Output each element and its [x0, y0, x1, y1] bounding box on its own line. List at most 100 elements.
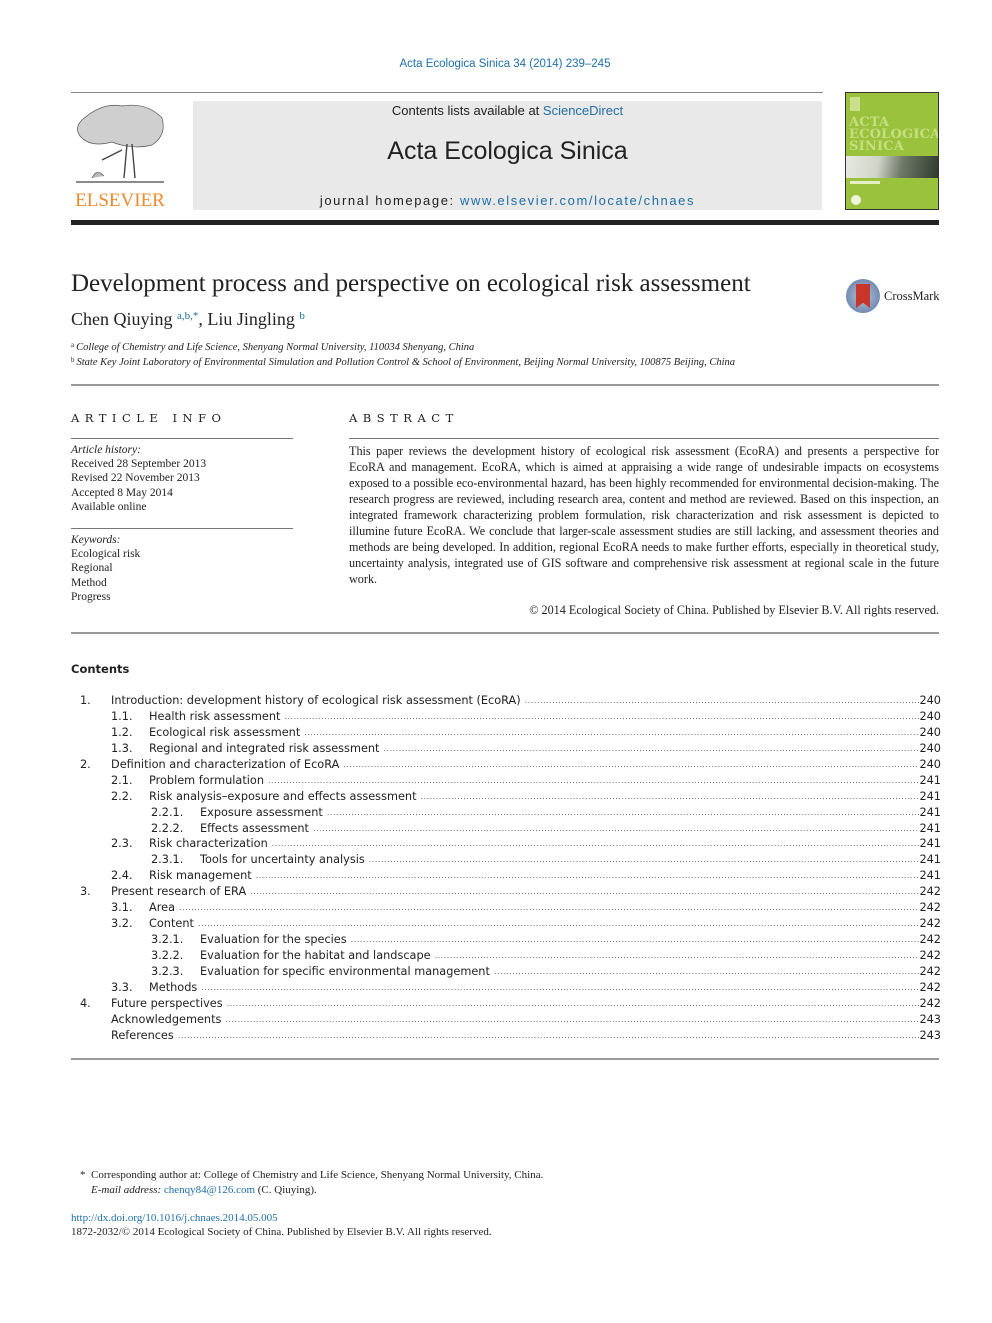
toc-entry-page[interactable]: 241: [919, 805, 941, 821]
toc-entry-page[interactable]: 241: [919, 789, 941, 805]
toc-entry[interactable]: 2.2.2. Effects assessment................…: [71, 820, 941, 837]
toc-entry[interactable]: References..............................…: [71, 1027, 941, 1044]
toc-entry-title[interactable]: Tools for uncertainty analysis: [200, 852, 369, 869]
toc-entry-title-wrap: Content.................................…: [149, 916, 919, 933]
toc-entry[interactable]: 2.2. Risk analysis–exposure and effects a…: [71, 788, 941, 805]
homepage-link[interactable]: www.elsevier.com/locate/chnaes: [460, 193, 695, 208]
toc-entry[interactable]: 1. Introduction: development history of e…: [71, 693, 941, 709]
toc-entry-title[interactable]: Problem formulation: [149, 772, 268, 789]
toc-entry-title[interactable]: Risk analysis–exposure and effects asses…: [149, 788, 421, 805]
toc-entry-page[interactable]: 243: [919, 1028, 941, 1044]
section-divider: [71, 1058, 939, 1060]
toc-entry-title-wrap: Acknowledgements........................…: [111, 1011, 919, 1028]
toc-entry-title[interactable]: Methods: [149, 979, 202, 996]
toc-leader-dots: ........................................…: [368, 855, 919, 865]
email-link[interactable]: chenqy84@126.com: [164, 1184, 255, 1196]
toc-entry-title[interactable]: Area: [149, 900, 179, 917]
toc-entry-page[interactable]: 242: [919, 900, 941, 916]
toc-entry[interactable]: 2.3. Risk characterization...............…: [71, 836, 941, 853]
toc-entry-title[interactable]: Evaluation for the habitat and landscape: [200, 948, 435, 964]
toc-entry-page[interactable]: 241: [919, 773, 941, 789]
author-affiliation-marks[interactable]: b: [299, 310, 305, 322]
toc-leader-dots: ........................................…: [271, 839, 919, 849]
toc-entry-title[interactable]: References: [111, 1027, 178, 1044]
toc-entry-title[interactable]: Future perspectives: [111, 995, 227, 1012]
elsevier-logo[interactable]: ELSEVIER: [68, 100, 172, 212]
toc-entry-title[interactable]: Present research of ERA: [111, 884, 251, 901]
toc-entry-page[interactable]: 241: [919, 836, 941, 852]
header-rule: [71, 92, 823, 93]
toc-entry-title[interactable]: Introduction: development history of eco…: [111, 693, 525, 709]
toc-leader-dots: ........................................…: [255, 871, 919, 881]
journal-cover-image[interactable]: ACTA ECOLOGICA SINICA: [845, 92, 939, 210]
journal-citation-link[interactable]: Acta Ecologica Sinica 34 (2014) 239–245: [0, 58, 992, 70]
toc-leader-dots: ........................................…: [179, 903, 919, 913]
toc-entry[interactable]: 2.3.1. Tools for uncertainty analysis....…: [71, 852, 941, 869]
toc-entry-title[interactable]: Exposure assessment: [200, 804, 327, 821]
toc-entry-page[interactable]: 243: [919, 1012, 941, 1028]
toc-entry-number: 2.: [80, 757, 91, 771]
toc-entry-page[interactable]: 242: [919, 916, 941, 932]
toc-entry[interactable]: 1.1. Health risk assessment..............…: [71, 708, 941, 725]
toc-leader-dots: ........................................…: [197, 919, 919, 929]
toc-entry[interactable]: 3. Present research of ERA...............…: [71, 884, 941, 901]
toc-entry-page[interactable]: 242: [919, 948, 941, 964]
crossmark-button[interactable]: CrossMark: [846, 279, 946, 317]
author-name: Liu Jingling: [207, 309, 295, 329]
toc-entry-title[interactable]: Regional and integrated risk assessment: [149, 740, 384, 757]
toc-entry-title[interactable]: Risk management: [149, 868, 256, 885]
toc-entry-number: 2.4.: [111, 869, 133, 883]
toc-entry-page[interactable]: 241: [919, 821, 941, 837]
toc-entry[interactable]: 1.2. Ecological risk assessment..........…: [71, 724, 941, 741]
author-affiliation-marks[interactable]: a,b,*: [177, 310, 198, 322]
toc-entry-title[interactable]: Content: [149, 916, 198, 933]
toc-entry[interactable]: Acknowledgements........................…: [71, 1011, 941, 1028]
toc-entry-page[interactable]: 240: [919, 725, 941, 741]
toc-entry-title[interactable]: Effects assessment: [200, 820, 313, 837]
toc-entry-title[interactable]: Ecological risk assessment: [149, 724, 305, 741]
cover-title-line: SINICA: [849, 139, 905, 154]
toc-entry[interactable]: 3.3. Methods.............................…: [71, 979, 941, 996]
toc-entry-page[interactable]: 241: [919, 852, 941, 868]
toc-entry-title-wrap: Evaluation for the habitat and landscape…: [200, 948, 919, 964]
toc-entry-page[interactable]: 240: [919, 709, 941, 725]
toc-entry[interactable]: 2.2.1. Exposure assessment...............…: [71, 804, 941, 821]
toc-entry-number: 3.2.1.: [151, 933, 184, 947]
toc-entry-number: 3.3.: [111, 980, 133, 994]
toc-entry-page[interactable]: 241: [919, 868, 941, 884]
toc-entry[interactable]: 3.1. Area................................…: [71, 900, 941, 917]
toc-leader-dots: ........................................…: [304, 727, 919, 737]
toc-entry-number: 3.1.: [111, 901, 133, 915]
toc-entry[interactable]: 3.2.2. Evaluation for the habitat and lan…: [71, 948, 941, 964]
toc-entry[interactable]: 3.2.1. Evaluation for the species........…: [71, 932, 941, 949]
toc-entry-title[interactable]: Acknowledgements: [111, 1011, 226, 1028]
toc-entry-title[interactable]: Evaluation for specific environmental ma…: [200, 963, 494, 980]
table-of-contents: 1. Introduction: development history of e…: [71, 693, 941, 1044]
toc-entry-page[interactable]: 242: [919, 996, 941, 1012]
toc-entry-number: 2.3.1.: [151, 853, 184, 867]
toc-entry-page[interactable]: 242: [919, 932, 941, 948]
toc-entry-title-wrap: Health risk assessment..................…: [149, 708, 919, 725]
toc-entry[interactable]: 1.3. Regional and integrated risk assessm…: [71, 740, 941, 757]
toc-entry-title-wrap: Evaluation for the species..............…: [200, 932, 919, 949]
toc-entry[interactable]: 3.2. Content.............................…: [71, 916, 941, 933]
toc-entry-title[interactable]: Health risk assessment: [149, 708, 285, 725]
doi-link[interactable]: http://dx.doi.org/10.1016/j.chnaes.2014.…: [71, 1212, 278, 1224]
toc-entry[interactable]: 2.1. Problem formulation.................…: [71, 772, 941, 789]
toc-entry-page[interactable]: 240: [919, 741, 941, 757]
toc-entry-page[interactable]: 240: [919, 693, 941, 709]
toc-entry[interactable]: 4. Future perspectives...................…: [71, 995, 941, 1012]
sciencedirect-link[interactable]: ScienceDirect: [543, 103, 623, 118]
toc-entry-page[interactable]: 240: [919, 757, 941, 773]
affiliation-text: College of Chemistry and Life Science, S…: [76, 342, 475, 353]
toc-entry-title[interactable]: Definition and characterization of EcoRA: [111, 756, 344, 773]
toc-entry-page[interactable]: 242: [919, 884, 941, 900]
toc-entry[interactable]: 2. Definition and characterization of Eco…: [71, 756, 941, 773]
toc-entry-title[interactable]: Risk characterization: [149, 836, 272, 853]
toc-entry[interactable]: 2.4. Risk management.....................…: [71, 868, 941, 885]
toc-entry-page[interactable]: 242: [919, 980, 941, 996]
toc-entry[interactable]: 3.2.3. Evaluation for specific environmen…: [71, 963, 941, 980]
section-divider: [71, 384, 939, 386]
toc-entry-title[interactable]: Evaluation for the species: [200, 932, 351, 949]
toc-entry-page[interactable]: 242: [919, 964, 941, 980]
